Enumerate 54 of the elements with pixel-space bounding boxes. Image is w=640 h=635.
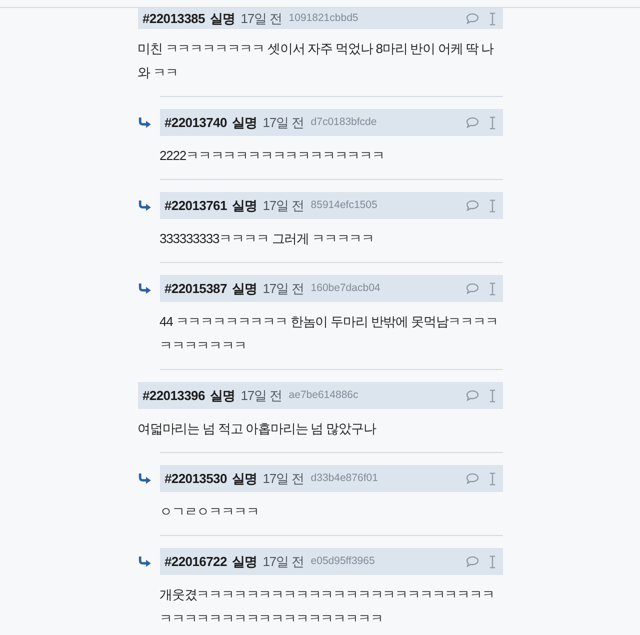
comment-number: #22013396 [142,386,205,405]
i-beam-icon[interactable] [488,116,496,130]
comment-time: 17일 전 [262,196,304,215]
comment-text: ㅇㄱㄹㅇㅋㅋㅋㅋ [160,503,260,521]
speech-bubble-icon[interactable] [466,13,478,24]
i-beam-icon[interactable] [488,554,496,568]
comment-time: 17일 전 [262,552,304,571]
reply-arrow-icon [138,556,150,567]
author-name: 실명 [210,386,235,405]
i-beam-icon[interactable] [488,388,496,402]
speech-bubble-icon[interactable] [466,556,478,567]
speech-bubble-icon[interactable] [466,200,478,211]
user-hash: 1091821cbbd5 [288,10,358,26]
speech-bubble-icon[interactable] [466,473,478,484]
user-hash: d7c0183bfcde [310,114,377,130]
comment-number: #22013740 [164,114,227,132]
comment-number: #22013385 [142,10,205,28]
i-beam-icon[interactable] [488,282,496,296]
author-name: 실명 [232,280,257,298]
comment-text: 44 ㅋㅋㅋㅋㅋㅋㅋㅋㅋ 한놈이 두마리 반밖에 못먹남ㅋㅋㅋㅋㅋㅋㅋㅋㅋㅋㅋ [160,313,499,355]
speech-bubble-icon[interactable] [466,283,478,294]
comment-text: 여덟마리는 넘 적고 아홉마리는 넘 많았구나 [138,420,378,438]
author-name: 실명 [232,114,257,132]
comment-time: 17일 전 [262,470,304,488]
reply-arrow-icon [138,473,150,484]
user-hash: ae7be614886c [288,388,358,403]
comment-number: #22016722 [164,552,227,571]
reply-arrow-icon [138,117,150,128]
comment-time: 17일 전 [262,280,304,298]
i-beam-icon[interactable] [488,472,496,486]
reply-arrow-icon [138,200,150,211]
comment-number: #22013761 [164,196,227,215]
user-hash: 85914efc1505 [310,198,378,213]
comment-text: 개웃겼ㅋㅋㅋㅋㅋㅋㅋㅋㅋㅋㅋㅋㅋㅋㅋㅋㅋㅋㅋㅋㅋㅋㅋㅋㅋㅋㅋㅋㅋㅋㅋㅋㅋㅋㅋㅋㅋㅋㅋㅋㅋㅋ [160,586,496,628]
reply-arrow-icon [138,283,150,294]
comment-text: 333333333ㅋㅋㅋㅋ 그러게 ㅋㅋㅋㅋㅋ [160,230,375,248]
speech-bubble-icon[interactable] [466,390,478,401]
comment-number: #22013530 [164,470,227,488]
comment-time: 17일 전 [240,10,282,28]
comment-text: 2222ㅋㅋㅋㅋㅋㅋㅋㅋㅋㅋㅋㅋㅋㅋㅋㅋ [160,147,386,165]
user-hash: d33b4e876f01 [310,470,378,486]
i-beam-icon[interactable] [488,12,496,26]
comment-number: #22015387 [164,280,227,298]
author-name: 실명 [210,10,235,28]
author-name: 실명 [232,196,257,215]
i-beam-icon[interactable] [488,198,496,212]
speech-bubble-icon[interactable] [466,117,478,128]
author-name: 실명 [232,552,257,571]
author-name: 실명 [232,470,257,488]
user-hash: 160be7dacb04 [310,280,380,296]
comment-text: 미친 ㅋㅋㅋㅋㅋㅋㅋㅋ 셋이서 자주 먹었나 8마리 반이 어케 딱 나와 ㅋㅋ [138,40,495,82]
comment-time: 17일 전 [240,386,282,405]
user-hash: e05d95ff3965 [310,554,375,569]
comment-time: 17일 전 [262,114,304,132]
